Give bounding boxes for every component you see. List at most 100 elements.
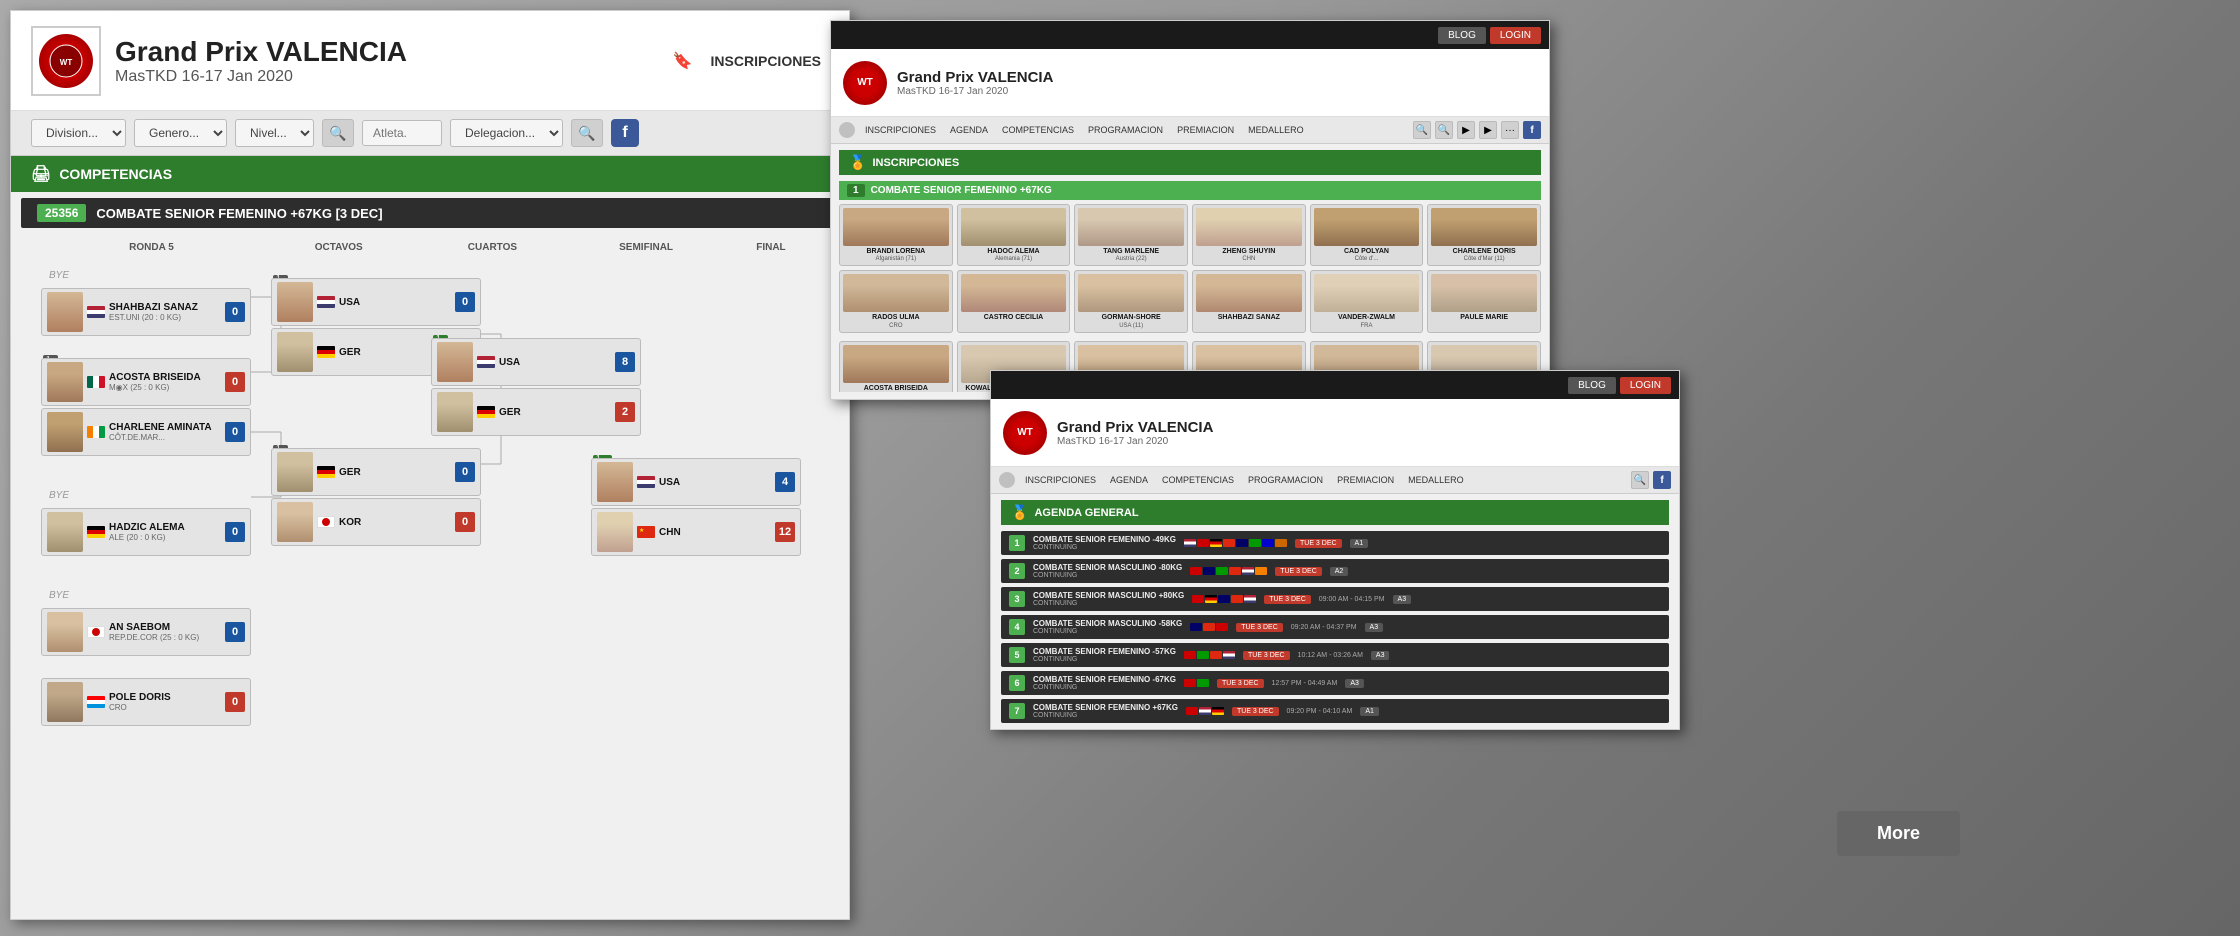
nav2-inscripciones[interactable]: INSCRIPCIONES: [1021, 473, 1100, 487]
flag-mini-2-6: [1255, 567, 1267, 575]
final-area: 1102 USA 4 ★ CHN 1: [591, 257, 751, 737]
flag-mini-1: [1184, 539, 1196, 547]
final-a-photo: [597, 462, 633, 502]
athlete-rados: RADOS ULMA CRO: [839, 270, 953, 332]
nav-inscripciones[interactable]: INSCRIPCIONES: [861, 123, 940, 137]
search-button-2[interactable]: 🔍: [571, 119, 603, 147]
acosta-photo: [47, 362, 83, 402]
nav-premiacion[interactable]: PREMIACION: [1173, 123, 1238, 137]
nav-programacion[interactable]: PROGRAMACION: [1084, 123, 1167, 137]
agenda-num-7: 7: [1009, 703, 1025, 719]
overlay1-search2[interactable]: 🔍: [1435, 121, 1453, 139]
cuartos-1b-photo: [437, 392, 473, 432]
overlay2-search[interactable]: 🔍: [1631, 471, 1649, 489]
division-select[interactable]: Division...: [31, 119, 126, 147]
more-button[interactable]: More: [1837, 811, 1960, 856]
delegacion-select[interactable]: Delegacion...: [450, 119, 563, 147]
cro-flag-1: [87, 696, 105, 708]
agenda-event-sub-1: CONTINUING: [1033, 544, 1176, 551]
agenda-area-6: A3: [1345, 679, 1364, 688]
castro-name: CASTRO CECILIA: [961, 314, 1067, 322]
kor-flag-oct-2: [317, 516, 335, 528]
cuartos-player-1b: GER 2: [431, 388, 641, 436]
nav-medallero[interactable]: MEDALLERO: [1244, 123, 1308, 137]
oct-1a-photo: [277, 282, 313, 322]
pole-score: 0: [225, 692, 245, 712]
flag-mini-7-1: [1186, 707, 1198, 715]
oct-2b-name: KOR: [339, 517, 361, 528]
nav-competencias[interactable]: COMPETENCIAS: [998, 123, 1078, 137]
hadoc-photo: [961, 208, 1067, 246]
cuartos-1a-name: USA: [499, 357, 520, 368]
athlete-cad: CAD POLYAN Côte d'...: [1310, 204, 1424, 266]
facebook-icon[interactable]: f: [611, 119, 639, 147]
cuartos-1b-name: GER: [499, 407, 521, 418]
agenda-event-sub-5: CONTINUING: [1033, 656, 1176, 663]
overlay1-fb[interactable]: f: [1523, 121, 1541, 139]
cuartos-player-1a: USA 8: [431, 338, 641, 386]
oct-player-2a: GER 0: [271, 448, 481, 496]
oct-2b-photo: [277, 502, 313, 542]
overlay1-search4[interactable]: ▶: [1479, 121, 1497, 139]
nav2-programacion[interactable]: PROGRAMACION: [1244, 473, 1327, 487]
overlay1-search3[interactable]: ▶: [1457, 121, 1475, 139]
genero-select[interactable]: Genero...: [134, 119, 227, 147]
rados-name: RADOS ULMA: [843, 314, 949, 322]
paule-name: PAULE MARIE: [1431, 314, 1537, 322]
athlete-shahbazi-ov: SHAHBAZI SANAZ: [1192, 270, 1306, 332]
final-player-b: ★ CHN 12: [591, 508, 801, 556]
cad-country: Côte d'...: [1314, 256, 1420, 262]
pole-detail: CRO: [109, 703, 171, 712]
overlay2-blog-btn[interactable]: BLOG: [1568, 377, 1616, 394]
inscripciones-title: INSCRIPCIONES: [872, 157, 959, 169]
overlay1-logo: WT: [843, 61, 887, 105]
round-label-semifinal: SEMIFINAL: [569, 242, 723, 253]
nav-icon-1: [839, 122, 855, 138]
ger-flag-cuartos-1: [477, 406, 495, 418]
agenda-flags-1: [1184, 539, 1287, 547]
overlay1-blog-btn[interactable]: BLOG: [1438, 27, 1486, 44]
gorman-country: USA (11): [1078, 323, 1184, 329]
overlay1-search[interactable]: 🔍: [1413, 121, 1431, 139]
octavos-match-1: 172 USA 0 GER 0: [271, 277, 431, 377]
overlay2-login-btn[interactable]: LOGIN: [1620, 377, 1671, 394]
flag-mini-4-3: [1216, 623, 1228, 631]
nav2-competencias[interactable]: COMPETENCIAS: [1158, 473, 1238, 487]
agenda-event-info-3: COMBATE SENIOR MASCULINO +80KG CONTINUIN…: [1033, 591, 1184, 607]
shahbazi-ov-name: SHAHBAZI SANAZ: [1196, 314, 1302, 322]
flag-mini-3-1: [1192, 595, 1204, 603]
agenda-event-info-7: COMBATE SENIOR FEMENINO +67KG CONTINUING: [1033, 703, 1178, 719]
flag-mini-5-1: [1184, 651, 1196, 659]
inscripciones-button[interactable]: INSCRIPCIONES: [703, 49, 829, 73]
flag-mini-2-1: [1190, 567, 1202, 575]
nav2-medallero[interactable]: MEDALLERO: [1404, 473, 1468, 487]
flag-mini-5: [1236, 539, 1248, 547]
flag-mini-3-3: [1218, 595, 1230, 603]
overlay2-fb[interactable]: f: [1653, 471, 1671, 489]
nav2-agenda[interactable]: AGENDA: [1106, 473, 1152, 487]
nav-agenda[interactable]: AGENDA: [946, 123, 992, 137]
agenda-flags-6: [1184, 679, 1209, 687]
atleta-input[interactable]: [362, 120, 442, 146]
nav2-premiacion[interactable]: PREMIACION: [1333, 473, 1398, 487]
cad-photo: [1314, 208, 1420, 246]
overlay1-search5[interactable]: ···: [1501, 121, 1519, 139]
cuartos-1b-info: GER: [499, 407, 521, 418]
agenda-date-1: TUE 3 DEC: [1295, 539, 1342, 548]
an-name: AN SAEBOM: [109, 622, 199, 633]
search-button-1[interactable]: 🔍: [322, 119, 354, 147]
an-score: 0: [225, 622, 245, 642]
match-group-3: BYE HADZIC ALEMA ALE (20 : 0 KG) 0: [41, 487, 271, 557]
agenda-content: 🏅 AGENDA GENERAL 1 COMBATE SENIOR FEMENI…: [991, 494, 1679, 730]
overlay1-event-info: Grand Prix VALENCIA MasTKD 16-17 Jan 202…: [897, 69, 1053, 97]
agenda-event-info-6: COMBATE SENIOR FEMENINO -67KG CONTINUING: [1033, 675, 1176, 691]
overlay1-nav: INSCRIPCIONES AGENDA COMPETENCIAS PROGRA…: [831, 117, 1549, 144]
overlay1-login-btn[interactable]: LOGIN: [1490, 27, 1541, 44]
logo: WT: [39, 34, 93, 88]
overlay2-nav: INSCRIPCIONES AGENDA COMPETENCIAS PROGRA…: [991, 467, 1679, 494]
agenda-flags-4: [1190, 623, 1228, 631]
agenda-event-sub-6: CONTINUING: [1033, 684, 1176, 691]
nivel-select[interactable]: Nivel...: [235, 119, 314, 147]
shahbazi-info: SHAHBAZI SANAZ EST.UNI (20 : 0 KG): [109, 302, 198, 322]
player-pole: POLE DORIS CRO 0: [41, 678, 251, 726]
